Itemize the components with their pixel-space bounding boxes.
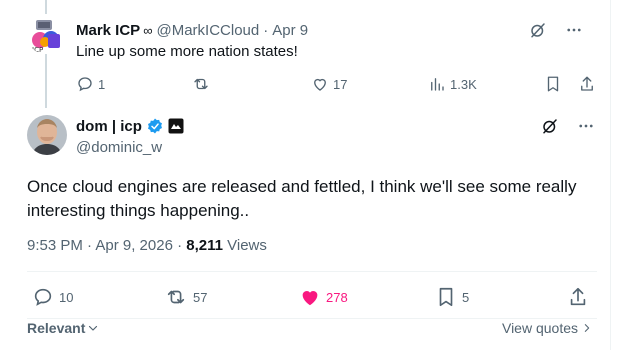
views-button[interactable]: 1.3K — [428, 75, 477, 93]
share-button[interactable] — [567, 286, 589, 308]
sort-label: Relevant — [27, 320, 86, 336]
author-handle[interactable]: @dominic_w — [76, 139, 162, 156]
parent-tweet-top-icons — [528, 20, 584, 40]
reply-button[interactable]: 10 — [32, 286, 73, 308]
dom-avatar[interactable] — [27, 115, 67, 155]
more-options-icon[interactable] — [576, 116, 596, 136]
repost-button[interactable] — [191, 75, 211, 93]
repost-button[interactable]: 57 — [164, 286, 207, 308]
separator-dot: · — [263, 22, 269, 39]
heart-filled-icon — [302, 291, 318, 306]
mark-icp-avatar[interactable]: ICP — [26, 14, 66, 54]
divider — [27, 318, 597, 319]
svg-text:ICP: ICP — [32, 46, 43, 54]
view-quotes-link[interactable]: View quotes — [502, 320, 592, 336]
parent-tweet[interactable]: ICP Mark ICP ∞ @MarkICCloud · Apr 9 Line… — [0, 0, 610, 108]
like-count: 278 — [326, 289, 348, 305]
sort-replies-dropdown[interactable]: Relevant — [27, 320, 99, 336]
main-tweet-actions: 10 57 278 5 — [27, 286, 597, 310]
chevron-down-icon — [89, 325, 98, 331]
affiliate-badge-icon[interactable] — [168, 118, 184, 134]
like-button[interactable]: 17 — [311, 75, 347, 93]
reply-count: 10 — [59, 289, 74, 305]
reply-count: 1 — [98, 76, 106, 92]
repost-icon — [194, 78, 208, 90]
main-tweet-top-icons — [540, 116, 596, 136]
views-label: Views — [222, 237, 267, 254]
grok-icon[interactable] — [528, 20, 548, 40]
verified-badge-icon — [147, 118, 162, 134]
author-name[interactable]: Mark ICP — [76, 22, 140, 39]
column-border — [610, 0, 611, 350]
tweet-metadata: 9:53 PM · Apr 9, 2026 · 8,211 Views — [27, 237, 267, 254]
share-icon — [570, 287, 586, 306]
views-count: 1.3K — [450, 76, 477, 92]
parent-tweet-header: Mark ICP ∞ @MarkICCloud · Apr 9 — [76, 22, 308, 39]
share-button[interactable] — [578, 75, 596, 93]
parent-tweet-text: Line up some more nation states! — [76, 43, 298, 60]
divider — [27, 271, 597, 272]
author-handle[interactable]: @MarkICCloud — [156, 22, 259, 39]
views-count: 8,211 — [186, 237, 223, 254]
profile-photo — [27, 115, 67, 155]
share-icon — [581, 76, 593, 91]
like-button[interactable]: 278 — [299, 286, 348, 308]
parent-tweet-actions: 1 17 1.3K — [76, 75, 596, 95]
tweet-timestamp[interactable]: 9:53 PM · Apr 9, 2026 · — [27, 237, 186, 254]
tweet-date[interactable]: Apr 9 — [272, 22, 308, 39]
tweet-thread: ICP Mark ICP ∞ @MarkICCloud · Apr 9 Line… — [0, 0, 622, 350]
infinity-badge: ∞ — [143, 23, 153, 38]
main-author-header: dom | icp — [76, 117, 184, 135]
main-tweet-text: Once cloud engines are released and fett… — [27, 177, 577, 220]
bookmark-count: 5 — [462, 289, 470, 305]
author-name[interactable]: dom | icp — [76, 118, 142, 135]
icp-logo-avatar-image: ICP — [26, 14, 66, 54]
bookmark-icon — [439, 287, 453, 307]
like-count: 17 — [333, 76, 348, 92]
bookmark-button[interactable] — [544, 75, 562, 93]
repost-count: 57 — [193, 289, 208, 305]
bookmark-icon — [547, 76, 559, 92]
reply-icon — [34, 288, 52, 306]
grok-icon[interactable] — [540, 116, 560, 136]
heart-outline-icon — [314, 78, 326, 91]
chevron-right-icon — [584, 324, 590, 332]
reply-icon — [78, 77, 92, 92]
analytics-icon — [431, 78, 444, 91]
repost-icon — [167, 290, 185, 304]
reply-button[interactable]: 1 — [76, 75, 105, 93]
view-quotes-label: View quotes — [501, 320, 578, 336]
more-options-icon[interactable] — [564, 20, 584, 40]
bookmark-button[interactable]: 5 — [435, 286, 469, 308]
